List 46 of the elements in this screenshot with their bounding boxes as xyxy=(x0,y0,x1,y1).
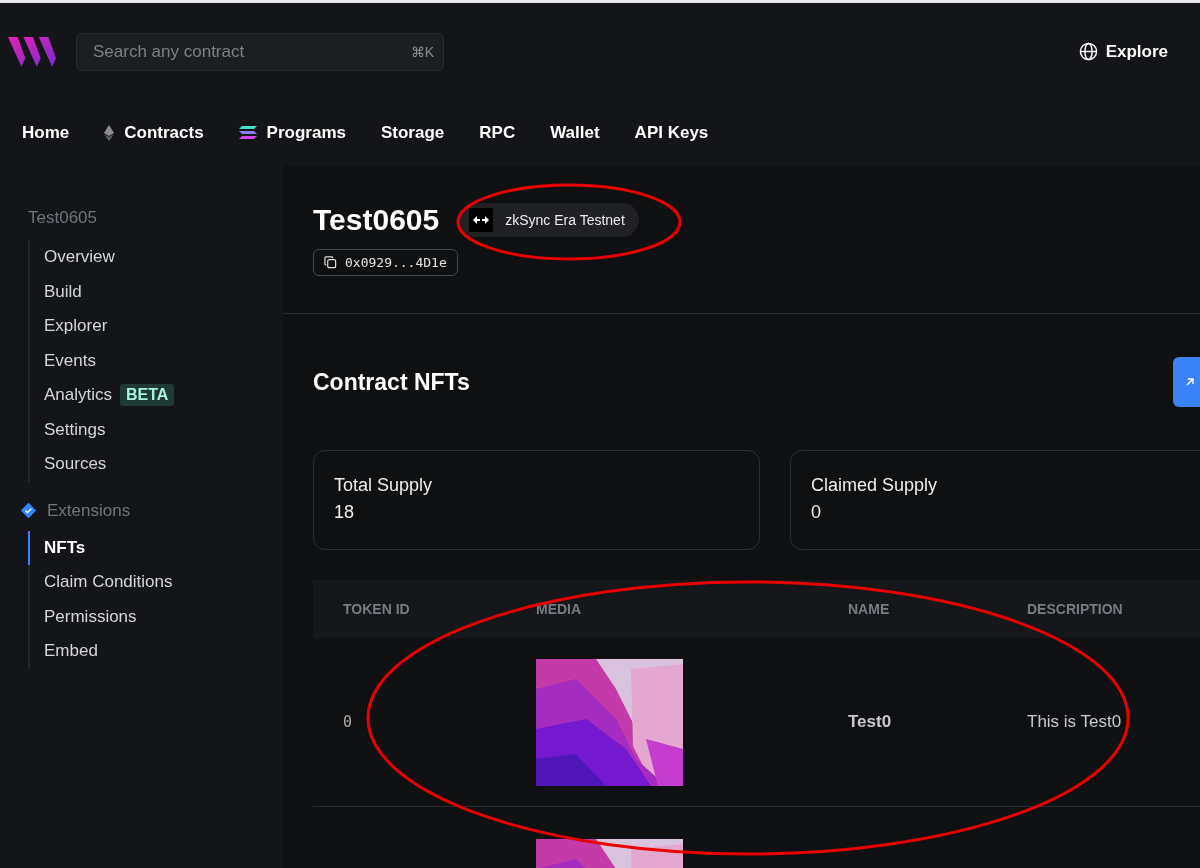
diamond-icon xyxy=(104,124,115,141)
copy-icon xyxy=(324,256,337,269)
copy-address-button[interactable]: 0x0929...4D1e xyxy=(313,249,458,276)
column-header: TOKEN ID xyxy=(342,601,411,617)
sidebar-item[interactable]: Settings xyxy=(28,412,283,447)
sidebar-item[interactable]: Sources xyxy=(28,447,283,482)
stack-icon xyxy=(238,125,257,140)
verified-check-icon xyxy=(20,502,37,519)
token-name: Test0 xyxy=(848,712,893,732)
sidebar-item[interactable]: Build xyxy=(28,274,283,309)
nav-link[interactable]: Programs xyxy=(238,122,346,143)
stat-label: Claimed Supply xyxy=(811,475,939,496)
column-header: MEDIA xyxy=(536,601,583,617)
nav-link[interactable]: Wallet xyxy=(550,122,600,143)
nav-link[interactable]: Contracts xyxy=(104,122,204,143)
stat-label: Total Supply xyxy=(334,475,434,496)
logo-icon[interactable] xyxy=(8,35,56,68)
token-description: This is Test0 xyxy=(1027,712,1123,732)
arrow-icon xyxy=(1185,377,1195,387)
sidebar-item[interactable]: Events xyxy=(28,343,283,378)
arrows-icon xyxy=(469,208,494,232)
nav-link[interactable]: Home xyxy=(22,122,70,143)
globe-icon xyxy=(1078,42,1098,61)
contract-name: Test0605 xyxy=(28,208,98,228)
beta-badge: BETA xyxy=(120,384,175,407)
nav-link[interactable]: API Keys xyxy=(634,122,709,143)
sidebar-item[interactable]: Overview xyxy=(28,240,283,275)
sidebar-item[interactable]: NFTs xyxy=(28,530,283,565)
sidebar-item[interactable]: Analytics BETA xyxy=(28,378,283,413)
sidebar-item[interactable]: Embed xyxy=(28,634,283,669)
chain-name: zkSync Era Testnet xyxy=(505,212,625,228)
sidebar-item[interactable]: Claim Conditions xyxy=(28,565,283,600)
sidebar-item[interactable]: Explorer xyxy=(28,309,283,344)
nav-link[interactable]: Storage xyxy=(380,122,445,143)
token-id: 0 xyxy=(342,713,354,731)
section-title: Contract NFTs xyxy=(313,368,470,396)
contract-title: Test0605 xyxy=(313,203,440,237)
stat-value: 18 xyxy=(334,502,356,523)
sidebar-item[interactable]: Permissions xyxy=(28,599,283,634)
explore-button[interactable]: Explore xyxy=(1072,40,1174,63)
nav-link[interactable]: RPC xyxy=(479,122,516,143)
column-header: NAME xyxy=(848,601,891,617)
shortcut-hint: ⌘K xyxy=(410,43,434,60)
stat-value: 0 xyxy=(811,502,822,523)
section-heading: Extensions xyxy=(47,500,131,521)
column-header: DESCRIPTION xyxy=(1027,601,1124,617)
